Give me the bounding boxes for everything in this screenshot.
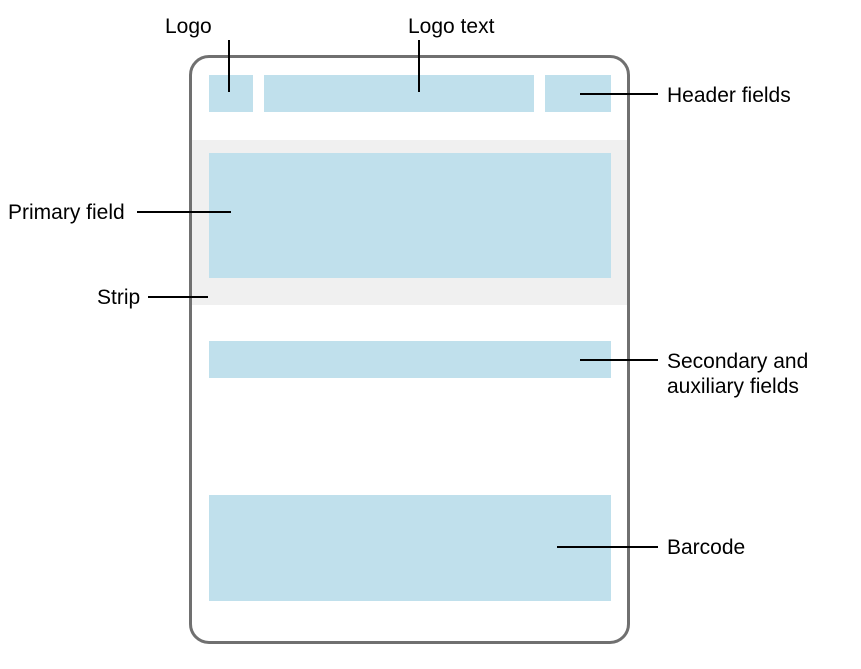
leader-logo-text xyxy=(418,40,420,92)
leader-header-fields xyxy=(580,93,658,95)
label-barcode: Barcode xyxy=(667,535,745,560)
diagram-stage: Logo Logo text Header fields Primary fie… xyxy=(0,0,861,669)
label-strip: Strip xyxy=(97,285,140,310)
label-primary-field: Primary field xyxy=(8,200,125,225)
primary-field-region xyxy=(209,153,611,278)
leader-strip xyxy=(148,296,208,298)
leader-barcode xyxy=(557,546,658,548)
label-secondary-aux: Secondary and auxiliary fields xyxy=(667,349,847,399)
label-header-fields: Header fields xyxy=(667,83,791,108)
leader-secondary-aux xyxy=(580,359,658,361)
leader-primary-field xyxy=(137,211,231,213)
logo-text-region xyxy=(264,75,534,112)
label-logo: Logo xyxy=(165,14,212,39)
pass-card xyxy=(189,55,630,644)
logo-region xyxy=(209,75,253,112)
barcode-region xyxy=(209,495,611,601)
secondary-aux-region xyxy=(209,341,611,378)
leader-logo xyxy=(228,40,230,92)
label-logo-text: Logo text xyxy=(408,14,494,39)
